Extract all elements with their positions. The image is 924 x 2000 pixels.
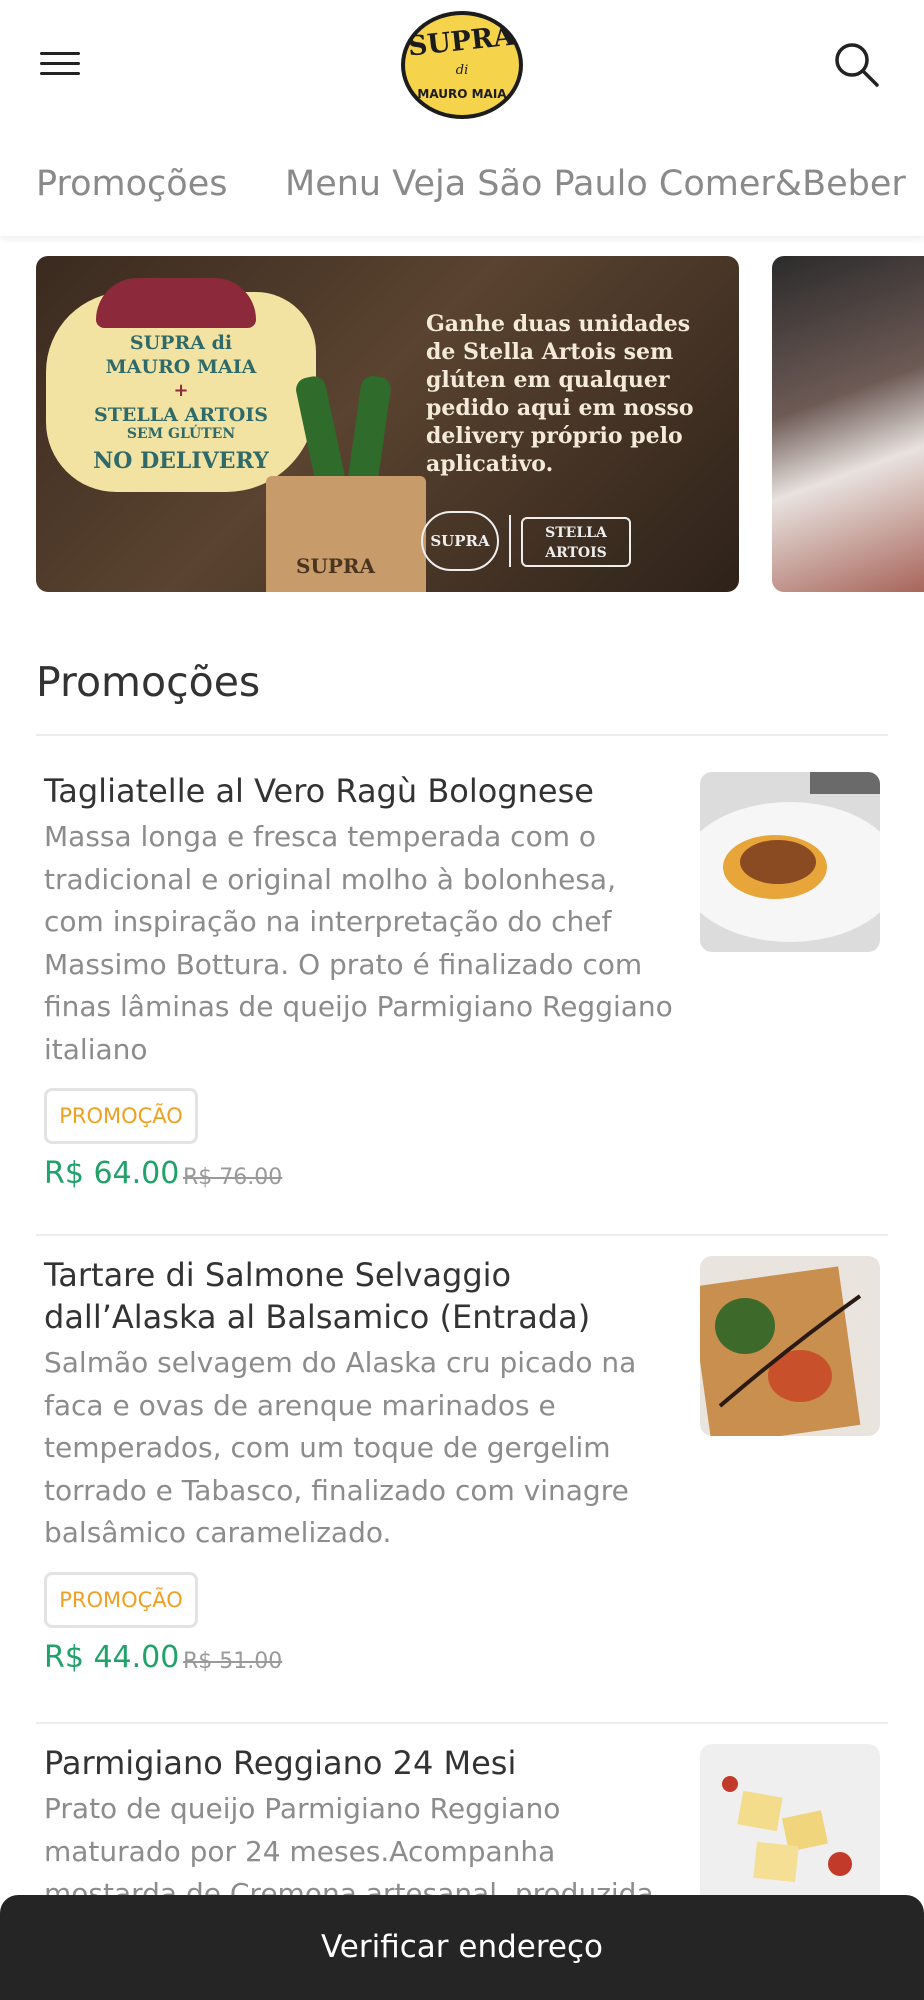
- category-tabs: Promoções Menu Veja São Paulo Comer&Bebe…: [0, 140, 924, 236]
- search-icon[interactable]: [832, 40, 880, 88]
- banner-badge-line: +: [173, 380, 189, 401]
- item-description: Salmão selvagem do Alaska cru picado na …: [44, 1346, 637, 1549]
- item-price: R$ 44.00: [44, 1640, 180, 1675]
- tab-promocoes[interactable]: Promoções: [36, 164, 227, 204]
- menu-item[interactable]: Tartare di Salmone Selvaggio dall’Alaska…: [36, 1236, 888, 1724]
- verify-address-button[interactable]: Verificar endereço: [0, 1895, 924, 2000]
- banner-badge-line: SEM GLÚTEN: [126, 426, 236, 442]
- banner-badge-line: STELLA ARTOIS: [94, 404, 268, 426]
- banner-badge-line: MAURO MAIA: [105, 356, 257, 378]
- banner-headline: Ganhe duas unidades de Stella Artois sem…: [426, 311, 694, 477]
- banner-partner-logos: SUPRA STELLA ARTOIS: [421, 511, 641, 571]
- promo-badge: PROMOÇÃO: [44, 1572, 198, 1628]
- item-old-price: R$ 51.00: [183, 1649, 283, 1674]
- bag-logo-text: SUPRA: [296, 554, 376, 578]
- section-title: Promoções: [36, 658, 261, 706]
- item-description: Massa longa e fresca temperada com o tra…: [44, 820, 673, 1066]
- item-name: Tartare di Salmone Selvaggio dall’Alaska…: [44, 1256, 591, 1336]
- logo-owner-text: MAURO MAIA: [417, 87, 507, 101]
- logo-di-text: di: [456, 63, 468, 78]
- item-name: Parmigiano Reggiano 24 Mesi: [44, 1744, 517, 1782]
- item-price: R$ 64.00: [44, 1156, 180, 1191]
- tab-menu-veja-sao-paulo[interactable]: Menu Veja São Paulo Comer&Beber: [285, 164, 906, 204]
- item-photo-tartare: [700, 1256, 880, 1436]
- supra-mini-logo: SUPRA: [421, 511, 499, 571]
- supra-logo[interactable]: SUPRA di MAURO MAIA: [398, 8, 526, 122]
- menu-icon[interactable]: [40, 50, 84, 80]
- stella-artois-logo: STELLA ARTOIS: [521, 517, 631, 567]
- banner-badge-line: NO DELIVERY: [93, 448, 269, 474]
- promo-banner-stella[interactable]: SUPRA di MAURO MAIA + STELLA ARTOIS SEM …: [36, 256, 739, 592]
- item-photo-tagliatelle: [700, 772, 880, 952]
- top-app-bar: SUPRA di MAURO MAIA: [0, 0, 924, 130]
- promo-badge: PROMOÇÃO: [44, 1088, 198, 1144]
- item-name: Tagliatelle al Vero Ragù Bolognese: [44, 772, 594, 810]
- banner-badge-top: [96, 278, 256, 328]
- promo-carousel[interactable]: SUPRA di MAURO MAIA + STELLA ARTOIS SEM …: [0, 256, 924, 592]
- promo-banner-next[interactable]: [772, 256, 924, 592]
- item-old-price: R$ 76.00: [183, 1165, 283, 1190]
- menu-item[interactable]: Tagliatelle al Vero Ragù Bolognese Massa…: [36, 736, 888, 1236]
- logo-divider: [509, 515, 511, 567]
- banner-badge-line: SUPRA di: [129, 332, 233, 354]
